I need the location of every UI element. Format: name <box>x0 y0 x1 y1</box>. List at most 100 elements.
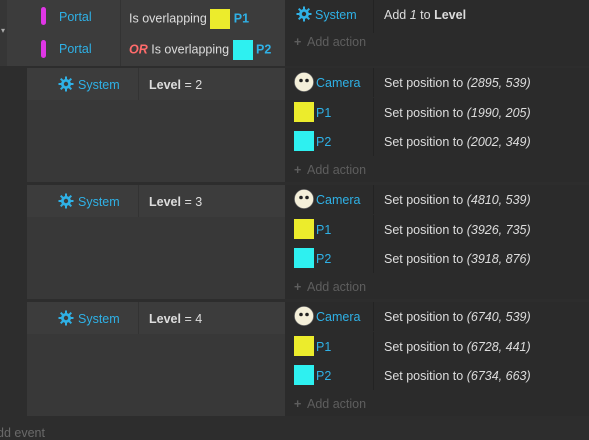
position-coords: (4810, 539) <box>466 193 531 207</box>
action-object[interactable]: P2 <box>316 369 331 383</box>
position-coords: (6734, 663) <box>466 369 531 383</box>
condition-object[interactable]: Portal <box>59 10 92 24</box>
action-text: Add <box>384 8 407 22</box>
operator: = <box>184 312 192 326</box>
action-object[interactable]: System <box>315 8 357 22</box>
set-position-action[interactable]: Set position to (4810, 539) <box>384 193 531 207</box>
divider <box>373 361 374 390</box>
condition-overlap-p2[interactable]: OR Is overlapping P2 <box>129 40 271 60</box>
set-position-action[interactable]: Set position to (6740, 539) <box>384 310 531 324</box>
divider <box>373 68 374 97</box>
action-text: Set position to <box>384 105 464 120</box>
add-action-link[interactable]: + Add action <box>294 280 366 294</box>
add-action-label: Add action <box>307 35 367 49</box>
action-text: Set position to <box>384 252 464 266</box>
action-text: Set position to <box>384 222 464 237</box>
subevent-empty-area[interactable] <box>27 334 285 416</box>
action-text: Set position to <box>384 369 464 383</box>
indent-gutter <box>17 66 25 418</box>
level-compare-condition[interactable]: Level = 4 <box>149 312 202 326</box>
camera-face-icon <box>294 306 314 329</box>
set-position-action[interactable]: Set position to (2002, 349) <box>384 135 531 149</box>
operator: = <box>184 195 192 209</box>
add-event-row[interactable] <box>0 418 589 435</box>
divider <box>373 185 374 214</box>
divider <box>373 331 374 361</box>
cyan-square-icon <box>294 131 314 151</box>
add-action-link[interactable]: + Add action <box>294 163 366 177</box>
portal-icon <box>41 7 46 25</box>
add-action-label: Add action <box>307 163 367 177</box>
add-event-label[interactable]: dd event <box>0 426 45 440</box>
action-object[interactable]: Camera <box>316 310 360 324</box>
condition-object[interactable]: Portal <box>59 42 92 56</box>
add-action-label: Add action <box>307 397 367 411</box>
add-action-link[interactable]: + Add action <box>294 35 366 49</box>
action-text: to <box>420 8 431 22</box>
action-value: 1 <box>409 8 417 22</box>
position-coords: (3918, 876) <box>466 252 531 266</box>
gear-icon <box>58 310 74 329</box>
divider <box>373 302 374 331</box>
action-text: Set position to <box>384 76 464 90</box>
action-text: Set position to <box>384 193 464 207</box>
camera-face-icon <box>294 72 314 95</box>
condition-object[interactable]: System <box>78 78 120 92</box>
level-compare-condition[interactable]: Level = 3 <box>149 195 202 209</box>
position-coords: (6740, 539) <box>466 310 531 324</box>
action-add-to-level[interactable]: Add 1 to Level <box>384 8 466 22</box>
action-text: Set position to <box>384 339 464 354</box>
or-keyword: OR <box>129 42 148 57</box>
set-position-action[interactable]: Set position to (3926, 735) <box>384 223 531 237</box>
compare-value: 4 <box>195 312 203 326</box>
compare-value: 2 <box>195 78 203 92</box>
variable-name: Level <box>149 195 181 209</box>
add-action-label: Add action <box>307 280 367 294</box>
condition-text: Is overlapping <box>129 11 207 26</box>
gear-icon <box>296 6 312 25</box>
yellow-square-icon <box>294 218 314 239</box>
camera-face-icon <box>294 189 314 212</box>
add-action-link[interactable]: + Add action <box>294 397 366 411</box>
position-coords: (6728, 441) <box>466 339 531 354</box>
gear-icon <box>58 193 74 212</box>
compare-value: 3 <box>195 195 203 209</box>
level-compare-condition[interactable]: Level = 2 <box>149 78 202 92</box>
set-position-action[interactable]: Set position to (3918, 876) <box>384 252 531 266</box>
position-coords: (1990, 205) <box>466 105 531 120</box>
action-object[interactable]: P2 <box>316 135 331 149</box>
set-position-action[interactable]: Set position to (6734, 663) <box>384 369 531 383</box>
action-object[interactable]: P1 <box>316 340 331 354</box>
divider <box>138 68 139 100</box>
plus-icon: + <box>294 35 302 49</box>
set-position-action[interactable]: Set position to (6728, 441) <box>384 340 531 354</box>
action-text: Set position to <box>384 135 464 149</box>
action-object[interactable]: Camera <box>316 76 360 90</box>
divider <box>373 244 374 273</box>
gear-icon <box>58 76 74 95</box>
condition-object[interactable]: System <box>78 312 120 326</box>
action-object[interactable]: P1 <box>316 106 331 120</box>
divider <box>138 185 139 217</box>
divider <box>373 97 374 127</box>
position-coords: (2895, 539) <box>466 76 531 90</box>
action-object[interactable]: P1 <box>316 223 331 237</box>
subevent-empty-area[interactable] <box>27 217 285 299</box>
subevent-empty-area[interactable] <box>27 100 285 182</box>
yellow-square-icon <box>210 9 231 29</box>
condition-text: Is overlapping <box>151 42 230 57</box>
action-object[interactable]: Camera <box>316 193 360 207</box>
variable-name: Level <box>149 78 181 92</box>
set-position-action[interactable]: Set position to (2895, 539) <box>384 76 531 90</box>
position-coords: (3926, 735) <box>466 222 531 237</box>
set-position-action[interactable]: Set position to (1990, 205) <box>384 106 531 120</box>
plus-icon: + <box>294 163 302 177</box>
position-coords: (2002, 349) <box>466 135 531 149</box>
action-object[interactable]: P2 <box>316 252 331 266</box>
divider <box>373 214 374 244</box>
divider <box>138 302 139 334</box>
collapse-arrow-icon[interactable]: ▾ <box>1 26 5 35</box>
condition-overlap-p1[interactable]: Is overlapping P1 <box>129 9 249 29</box>
condition-object[interactable]: System <box>78 195 120 209</box>
target-p1: P1 <box>233 11 250 26</box>
